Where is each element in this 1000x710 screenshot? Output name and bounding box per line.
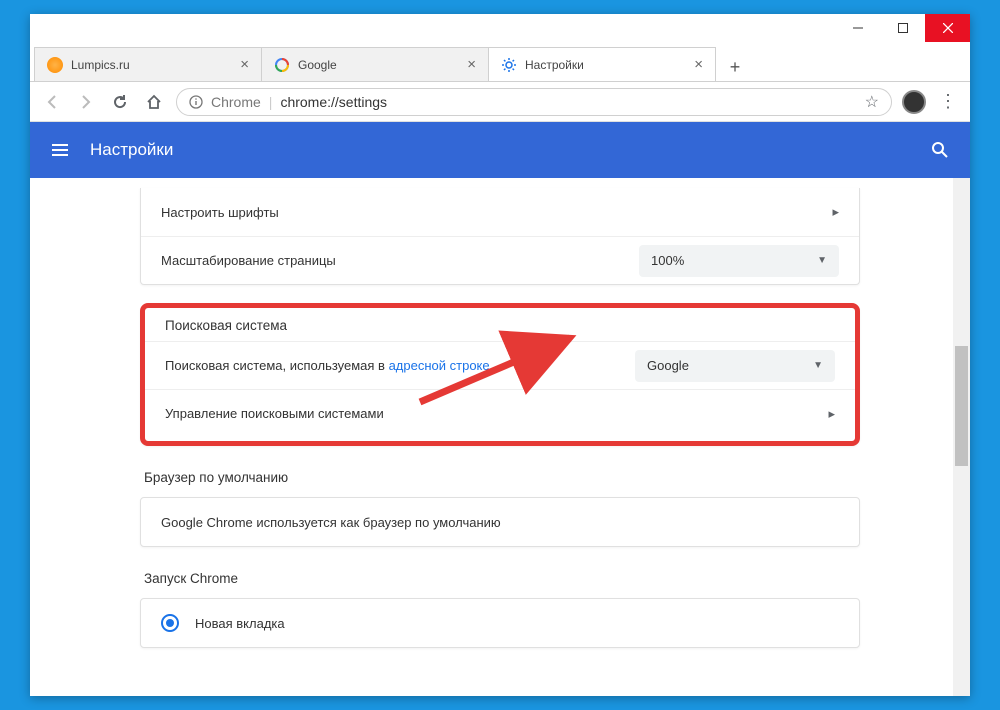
omnibox[interactable]: Chrome | chrome://settings ☆ [176,88,892,116]
zoom-select[interactable]: 100% ▼ [639,245,839,277]
fonts-label: Настроить шрифты [161,205,832,220]
window-titlebar [30,14,970,46]
manage-search-engines-row[interactable]: Управление поисковыми системами ▸ [145,389,855,437]
default-browser-card: Google Chrome используется как браузер п… [140,497,860,547]
menu-icon[interactable] [50,140,70,160]
url-text: chrome://settings [280,94,387,110]
close-button[interactable] [925,14,970,42]
home-button[interactable] [142,90,166,114]
on-startup-title: Запуск Chrome [140,565,860,598]
default-browser-text: Google Chrome используется как браузер п… [161,515,839,530]
bookmark-star-icon[interactable]: ☆ [865,92,879,112]
startup-option-label: Новая вкладка [195,616,285,631]
address-bar-link[interactable]: адресной строке [389,358,490,373]
tab-title: Настройки [525,58,688,72]
search-engine-card: Поисковая система Поисковая система, исп… [140,303,860,446]
browser-window: Lumpics.ru × Google × Настройки × + [30,14,970,696]
chevron-right-icon: ▸ [832,204,839,220]
startup-newtab-row[interactable]: Новая вкладка [141,599,859,647]
omnibox-divider: | [269,94,273,110]
radio-selected-icon[interactable] [161,614,179,632]
tab-close-icon[interactable]: × [240,56,249,73]
tab-close-icon[interactable]: × [467,56,476,73]
search-engine-select[interactable]: Google ▼ [635,350,835,382]
new-tab-button[interactable]: + [721,53,749,81]
favicon-settings-icon [501,57,517,73]
settings-header: Настройки [30,122,970,178]
tab-lumpics[interactable]: Lumpics.ru × [34,47,262,81]
search-engine-row: Поисковая система, используемая в адресн… [145,341,855,389]
dropdown-arrow-icon: ▼ [817,255,827,266]
settings-title: Настройки [90,140,930,160]
tab-strip: Lumpics.ru × Google × Настройки × + [30,46,970,82]
customize-fonts-row[interactable]: Настроить шрифты ▸ [141,188,859,236]
zoom-label: Масштабирование страницы [161,253,639,268]
scrollbar-thumb[interactable] [955,346,968,466]
maximize-button[interactable] [880,14,925,42]
appearance-card: Настроить шрифты ▸ Масштабирование стран… [140,188,860,285]
dropdown-arrow-icon: ▼ [813,360,823,371]
manage-search-label: Управление поисковыми системами [165,406,828,421]
address-bar: Chrome | chrome://settings ☆ ⋮ [30,82,970,122]
tab-title: Lumpics.ru [71,58,234,72]
site-info-icon[interactable] [189,95,203,109]
minimize-button[interactable] [835,14,880,42]
search-engine-label: Поисковая система, используемая в адресн… [165,358,635,373]
favicon-google-icon [274,57,290,73]
page-zoom-row: Масштабирование страницы 100% ▼ [141,236,859,284]
back-button[interactable] [40,90,64,114]
on-startup-card: Новая вкладка [140,598,860,648]
search-engine-value: Google [647,358,689,373]
reload-button[interactable] [108,90,132,114]
vertical-scrollbar[interactable] [953,178,970,696]
default-browser-row: Google Chrome используется как браузер п… [141,498,859,546]
profile-avatar[interactable] [902,90,926,114]
chevron-right-icon: ▸ [828,406,835,422]
zoom-value: 100% [651,253,684,268]
default-browser-title: Браузер по умолчанию [140,464,860,497]
search-icon[interactable] [930,140,950,160]
secure-label: Chrome [211,94,261,110]
favicon-lumpics-icon [47,57,63,73]
tab-settings[interactable]: Настройки × [488,47,716,81]
tab-google[interactable]: Google × [261,47,489,81]
forward-button[interactable] [74,90,98,114]
tab-close-icon[interactable]: × [694,56,703,73]
settings-content: Настроить шрифты ▸ Масштабирование стран… [30,178,970,696]
tab-title: Google [298,58,461,72]
search-engine-title: Поисковая система [145,312,855,341]
menu-button[interactable]: ⋮ [936,90,960,114]
